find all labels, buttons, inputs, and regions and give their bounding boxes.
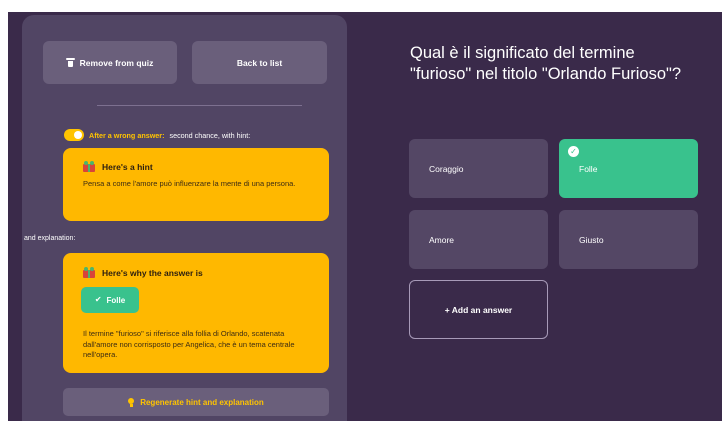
answer-label: Amore	[429, 234, 455, 245]
answer-option-correct[interactable]: ✓ Folle	[559, 139, 698, 198]
answer-option[interactable]: Amore	[409, 210, 548, 269]
regenerate-hint-button[interactable]: Regenerate hint and explanation	[63, 388, 329, 416]
gift-icon	[83, 267, 95, 278]
trash-icon	[65, 58, 75, 67]
second-chance-toggle[interactable]	[64, 129, 84, 141]
back-to-list-button[interactable]: Back to list	[192, 41, 327, 84]
correct-answer-chip: ✔ Folle	[81, 287, 139, 313]
regenerate-label: Regenerate hint and explanation	[140, 397, 264, 407]
hint-card-title: Here's a hint	[83, 161, 153, 172]
hint-title-text: Here's a hint	[102, 161, 153, 172]
check-circle-icon: ✓	[568, 146, 579, 157]
lightbulb-icon	[128, 397, 135, 407]
hint-text: Pensa a come l'amore può influenzare la …	[83, 179, 296, 188]
gift-icon	[83, 161, 95, 172]
hint-settings-panel: Remove from quiz Back to list After a wr…	[22, 15, 347, 421]
add-answer-button[interactable]: + Add an answer	[409, 280, 548, 339]
answer-option[interactable]: Giusto	[559, 210, 698, 269]
answer-option[interactable]: Coraggio	[409, 139, 548, 198]
quiz-editor: Remove from quiz Back to list After a wr…	[8, 12, 722, 421]
toggle-label-highlight: After a wrong answer:	[89, 130, 165, 140]
back-to-list-label: Back to list	[236, 57, 283, 68]
check-icon: ✔	[94, 295, 102, 304]
divider	[97, 105, 302, 106]
answer-label: Folle	[579, 163, 598, 174]
answer-label: Giusto	[579, 234, 604, 245]
hint-card: Here's a hint Pensa a come l'amore può i…	[63, 148, 329, 221]
answer-label: Coraggio	[429, 163, 464, 174]
explanation-card-title: Here's why the answer is	[83, 267, 203, 278]
explanation-title-text: Here's why the answer is	[102, 267, 203, 278]
explanation-card: Here's why the answer is ✔ Folle Il term…	[63, 253, 329, 373]
correct-answer-text: Folle	[106, 295, 126, 305]
question-text[interactable]: Qual è il significato del termine "furio…	[410, 43, 690, 85]
remove-from-quiz-label: Remove from quiz	[79, 57, 154, 68]
second-chance-setting: After a wrong answer: second chance, wit…	[64, 128, 250, 142]
remove-from-quiz-button[interactable]: Remove from quiz	[43, 41, 177, 84]
toggle-label-rest: second chance, with hint:	[169, 130, 251, 140]
explanation-text: Il termine "furioso" si riferisce alla f…	[83, 329, 295, 359]
add-answer-label: + Add an answer	[444, 304, 513, 315]
explanation-label: and explanation:	[24, 235, 76, 242]
